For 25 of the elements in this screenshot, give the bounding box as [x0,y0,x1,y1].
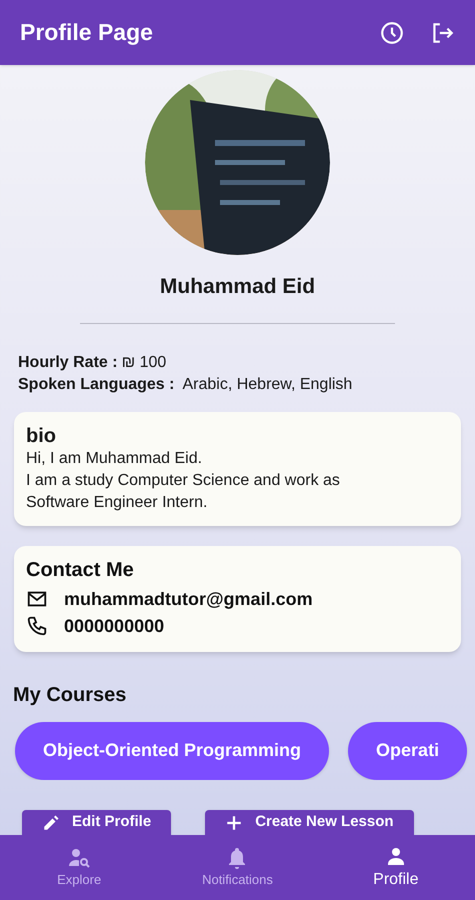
languages-value: Arabic, Hebrew, English [182,374,352,394]
pencil-icon [42,814,60,832]
phone-icon [26,615,48,637]
page-title: Profile Page [20,18,154,48]
course-chip[interactable]: Operati [348,722,468,780]
hourly-rate-value: ₪ 100 [122,352,166,372]
contact-text: 0000000000 [64,614,164,638]
profile-name: Muhammad Eid [160,274,316,300]
course-chip[interactable]: Object-Oriented Programming [15,722,330,780]
nav-tab[interactable]: Notifications [158,835,317,900]
nav-tab[interactable]: Profile [316,835,475,900]
nav-tab[interactable]: Explore [0,835,158,900]
languages-label: Spoken Languages : [18,374,174,394]
bio-title: bio [26,424,57,448]
contact-title: Contact Me [26,558,135,582]
action-button[interactable]: Create New Lesson [205,810,414,836]
action-button[interactable]: Edit Profile [22,810,172,836]
bio-text: I am a study Computer Science and work as Software Engineer Intern. [26,470,341,512]
contact-text: muhammadtutor@gmail.com [64,588,313,611]
history-button[interactable] [379,20,405,46]
courses-title: My Courses [12,682,128,708]
hourly-rate-label: Hourly Rate : [18,352,118,372]
plus-icon [225,814,244,832]
clock-icon [379,20,405,46]
bio-text: Hi, I am Muhammad Eid. [26,448,204,468]
